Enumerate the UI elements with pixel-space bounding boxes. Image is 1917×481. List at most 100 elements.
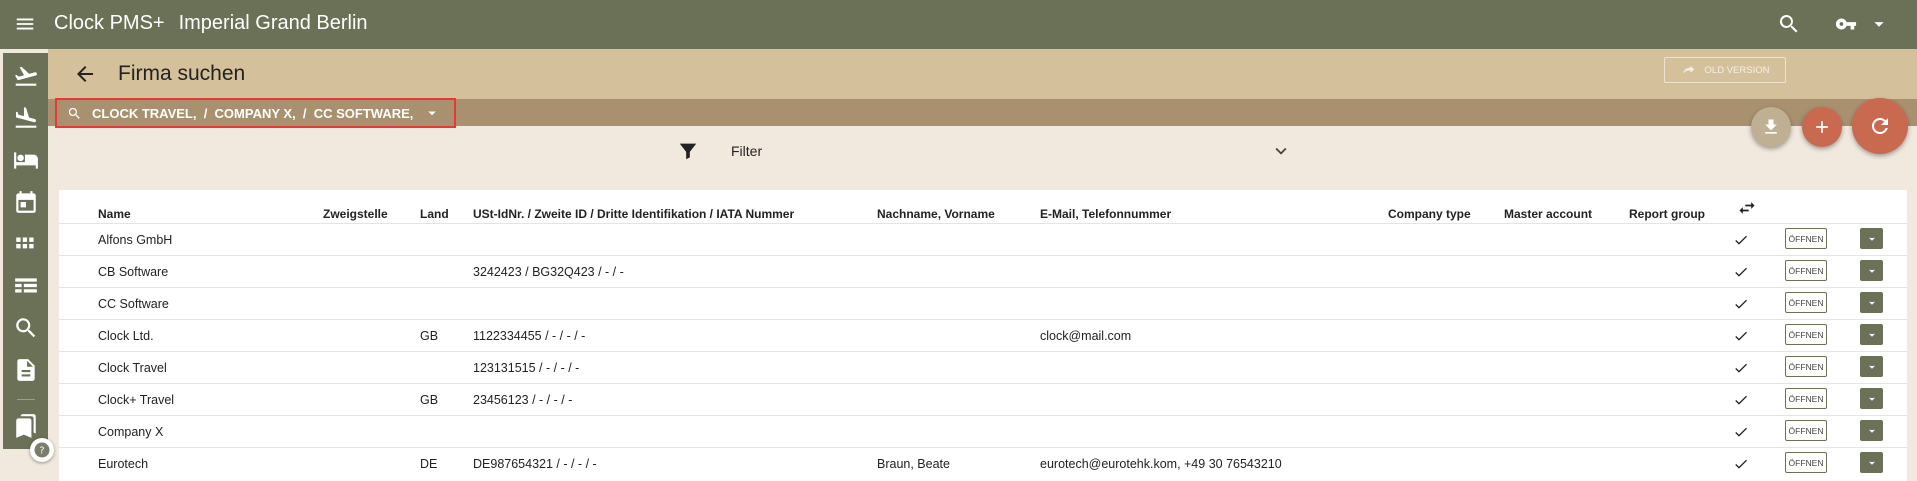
search-chip-text: CLOCK TRAVEL, / COMPANY X, / CC SOFTWARE… — [92, 105, 414, 121]
table-row[interactable] — [59, 319, 1907, 351]
caret-down-icon — [1868, 269, 1875, 273]
caret-down-icon[interactable] — [423, 104, 441, 122]
filter-label[interactable]: Filter — [731, 143, 762, 159]
caret-down-icon — [1868, 429, 1875, 433]
column-header-ids[interactable]: USt-IdNr. / Zweite ID / Dritte Identifik… — [473, 207, 794, 221]
caret-down-icon — [1868, 301, 1875, 305]
table-row[interactable] — [59, 255, 1907, 287]
table-row[interactable] — [59, 383, 1907, 415]
plus-icon — [1816, 121, 1828, 133]
open-button[interactable]: ÖFFNEN — [1785, 388, 1827, 409]
check-icon — [1735, 299, 1747, 309]
row-menu-button[interactable] — [1860, 452, 1883, 473]
document-icon[interactable] — [13, 357, 39, 383]
open-button-label: ÖFFNEN — [1788, 233, 1824, 244]
cell-country: GB — [420, 329, 439, 343]
column-header-master-account[interactable]: Master account — [1504, 207, 1592, 221]
open-button[interactable]: ÖFFNEN — [1785, 356, 1827, 377]
open-button[interactable]: ÖFFNEN — [1785, 228, 1827, 249]
cell-name: Eurotech — [98, 457, 149, 471]
cell-ids: DE987654321 / - / - / - — [473, 457, 597, 471]
key-icon[interactable] — [1832, 13, 1860, 35]
cell-country: DE — [420, 457, 438, 471]
back-arrow-icon[interactable] — [73, 62, 97, 86]
cell-name: Clock+ Travel — [98, 393, 175, 407]
open-button-label: ÖFFNEN — [1788, 361, 1824, 372]
table-row[interactable] — [59, 447, 1907, 479]
bed-icon[interactable] — [13, 147, 39, 173]
filter-icon[interactable] — [677, 140, 699, 162]
table-row[interactable] — [59, 351, 1907, 383]
bookmarks-icon[interactable] — [13, 413, 39, 439]
table-row[interactable] — [59, 415, 1907, 447]
flight-land-icon[interactable] — [13, 105, 39, 131]
caret-down-icon — [1868, 397, 1875, 401]
old-version-button[interactable]: OLD VERSION — [1664, 57, 1786, 83]
row-menu-button[interactable] — [1860, 356, 1883, 377]
check-icon — [1735, 395, 1747, 405]
cell-country: GB — [420, 393, 439, 407]
help-button[interactable]: ? — [30, 438, 54, 462]
column-header-branch[interactable]: Zweigstelle — [323, 207, 388, 221]
column-header-company-type[interactable]: Company type — [1388, 207, 1471, 221]
open-button-label: ÖFFNEN — [1788, 265, 1824, 276]
svg-text:?: ? — [39, 445, 44, 456]
row-menu-button[interactable] — [1860, 324, 1883, 345]
download-icon — [1765, 119, 1777, 134]
row-menu-button[interactable] — [1860, 388, 1883, 409]
table-row[interactable] — [59, 287, 1907, 319]
cell-name: CC Software — [98, 297, 169, 311]
sidebar — [0, 49, 48, 449]
menu-icon[interactable] — [14, 13, 36, 35]
search-chip[interactable]: CLOCK TRAVEL, / COMPANY X, / CC SOFTWARE… — [55, 98, 456, 128]
cell-ids: 123131515 / - / - / - — [473, 361, 580, 375]
column-header-name[interactable]: Name — [98, 207, 131, 221]
open-button[interactable]: ÖFFNEN — [1785, 324, 1827, 345]
check-icon — [1735, 363, 1747, 373]
open-button[interactable]: ÖFFNEN — [1785, 420, 1827, 441]
column-header-country[interactable]: Land — [420, 207, 449, 221]
column-header-report-group[interactable]: Report group — [1629, 207, 1705, 221]
open-button-label: ÖFFNEN — [1788, 297, 1824, 308]
column-header-email[interactable]: E-Mail, Telefonnummer — [1040, 207, 1171, 221]
help-icon: ? — [34, 442, 50, 458]
cell-name: Company X — [98, 425, 164, 439]
row-menu-button[interactable] — [1860, 260, 1883, 281]
cell-name: Clock Travel — [98, 361, 167, 375]
column-header-contact[interactable]: Nachname, Vorname — [877, 207, 995, 221]
row-menu-button[interactable] — [1860, 228, 1883, 249]
open-button-label: ÖFFNEN — [1788, 425, 1824, 436]
search-icon[interactable] — [1777, 12, 1801, 36]
page-header — [48, 49, 1917, 99]
cell-name: Alfons GmbH — [98, 233, 173, 247]
check-icon — [1735, 331, 1747, 341]
grid-icon[interactable] — [13, 231, 39, 257]
open-button[interactable]: ÖFFNEN — [1785, 260, 1827, 281]
flight-takeoff-icon[interactable] — [13, 63, 39, 89]
redirect-arrow-icon — [1682, 66, 1694, 74]
table-icon[interactable] — [13, 273, 39, 299]
caret-down-icon — [1868, 461, 1875, 465]
download-button[interactable] — [1751, 107, 1791, 147]
search-icon[interactable] — [13, 315, 39, 341]
calendar-icon[interactable] — [13, 189, 39, 215]
cell-email: eurotech@eurotehk.kom, +49 30 76543210 — [1040, 457, 1282, 471]
check-icon — [1735, 235, 1747, 245]
row-menu-button[interactable] — [1860, 420, 1883, 441]
page-title: Firma suchen — [118, 62, 246, 85]
add-button[interactable] — [1802, 107, 1842, 147]
open-button-label: ÖFFNEN — [1788, 393, 1824, 404]
open-button[interactable]: ÖFFNEN — [1785, 292, 1827, 313]
swap-horiz-icon[interactable] — [1737, 198, 1757, 218]
caret-down-icon — [1868, 365, 1875, 369]
caret-down-icon — [1868, 237, 1875, 241]
open-button[interactable]: ÖFFNEN — [1785, 452, 1827, 473]
caret-down-icon[interactable] — [1868, 13, 1890, 35]
refresh-button[interactable] — [1852, 98, 1908, 154]
row-menu-button[interactable] — [1860, 292, 1883, 313]
chevron-down-icon[interactable] — [1270, 140, 1292, 162]
table-row[interactable] — [59, 223, 1907, 255]
cell-ids: 3242423 / BG32Q423 / - / - — [473, 265, 624, 279]
open-button-label: ÖFFNEN — [1788, 329, 1824, 340]
open-button-label: ÖFFNEN — [1788, 457, 1824, 468]
